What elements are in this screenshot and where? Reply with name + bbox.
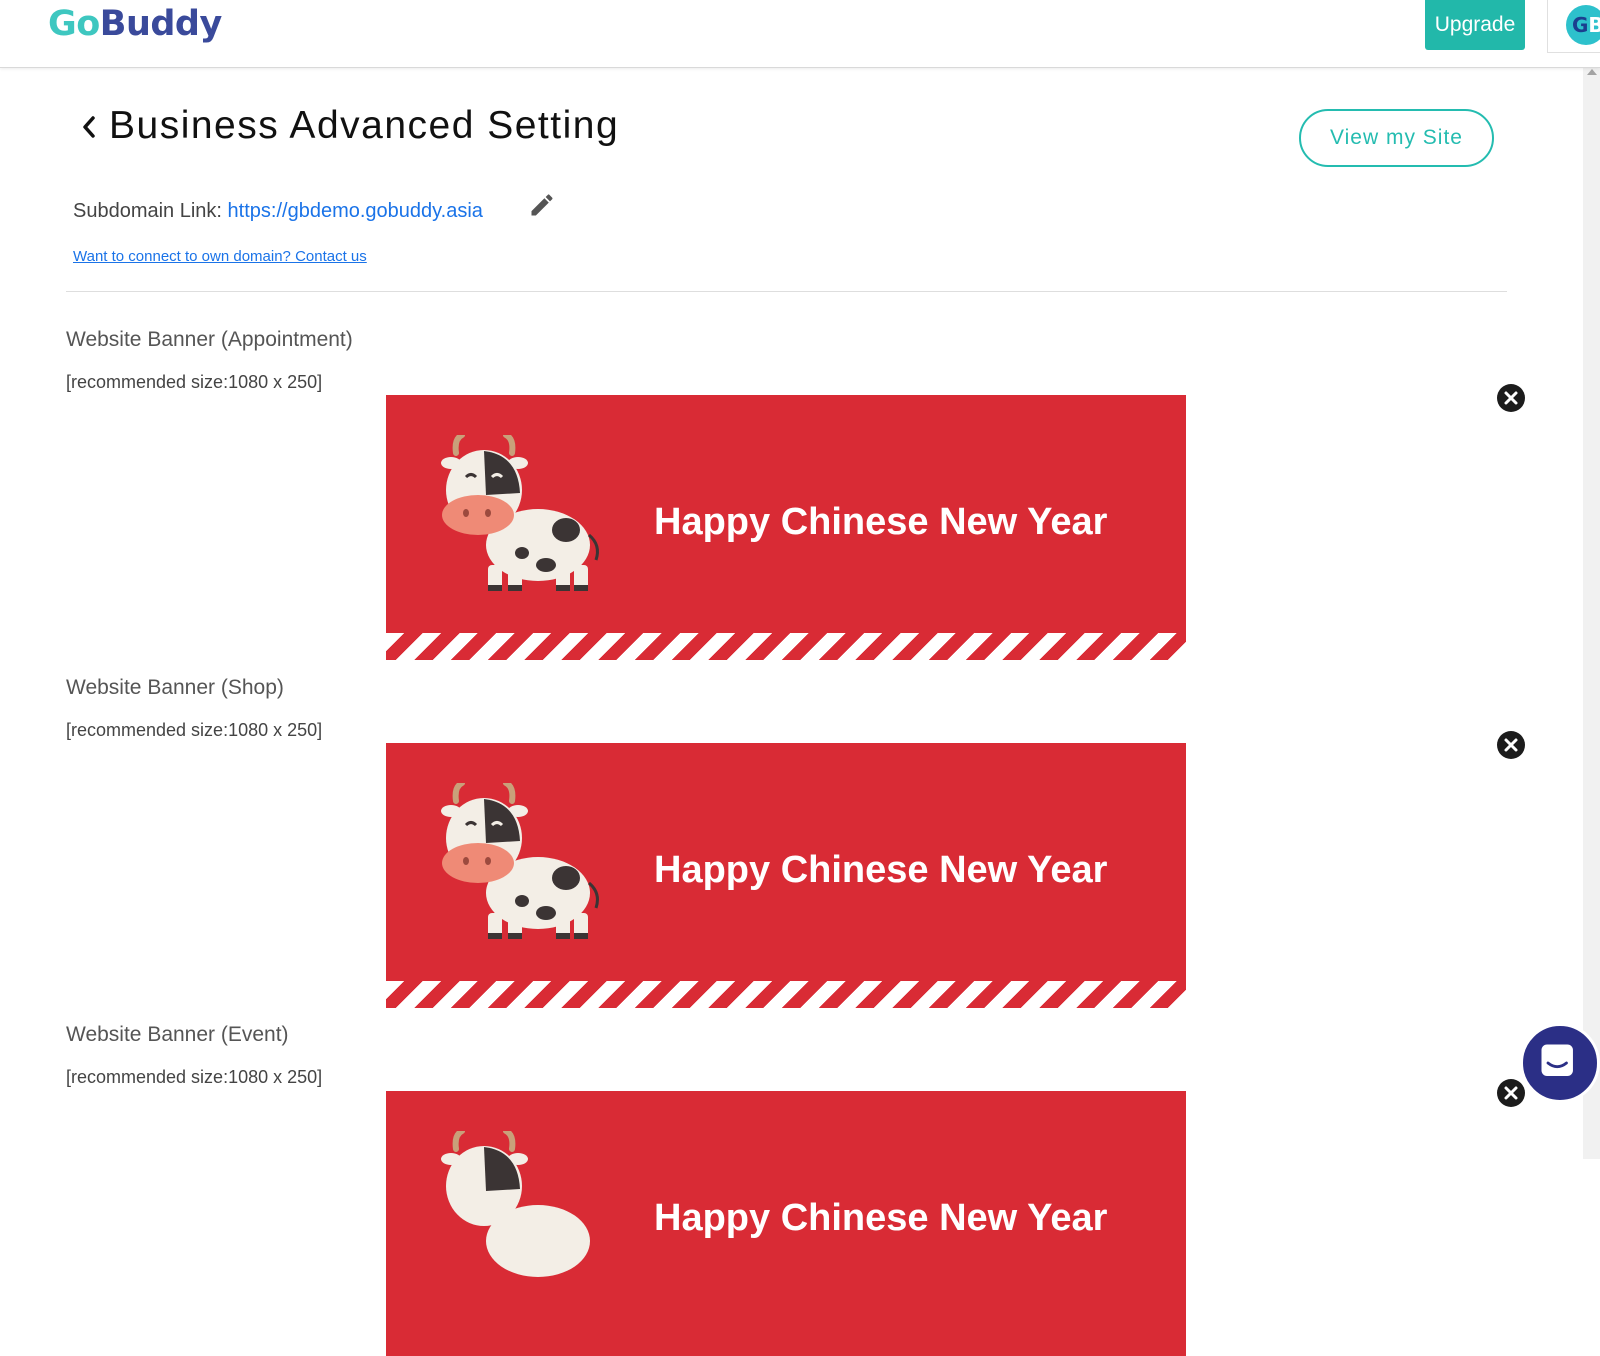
page-title: Business Advanced Setting xyxy=(109,104,620,147)
banner-stripes xyxy=(386,633,1186,660)
banner-shop-size-hint: [recommended size:1080 x 250] xyxy=(66,720,323,740)
logo-go-text: Go xyxy=(48,4,100,44)
remove-banner-shop-button[interactable] xyxy=(1497,731,1525,759)
cow-illustration xyxy=(441,435,599,591)
gobuddy-logo[interactable]: GoBuddy xyxy=(48,2,222,46)
cow-illustration xyxy=(441,783,599,939)
upgrade-button[interactable]: Upgrade xyxy=(1425,0,1525,50)
subdomain-link[interactable]: https://gbdemo.gobuddy.asia xyxy=(228,200,483,222)
banner-event-size-hint: [recommended size:1080 x 250] xyxy=(66,1067,323,1087)
banner-stripes xyxy=(386,981,1186,1008)
top-nav-bar: GoBuddy Upgrade GB xyxy=(0,0,1600,68)
remove-banner-event-button[interactable] xyxy=(1497,1079,1525,1107)
banner-appointment-label: Website Banner (Appointment) xyxy=(66,328,353,351)
close-circle-icon xyxy=(1504,391,1518,405)
connect-domain-link[interactable]: Want to connect to own domain? Contact u… xyxy=(73,248,367,265)
avatar-initials: GB xyxy=(1572,13,1600,37)
section-divider xyxy=(66,291,1507,292)
banner-shop-image[interactable]: Happy Chinese New Year xyxy=(386,743,1186,1008)
close-circle-icon xyxy=(1504,738,1518,752)
remove-banner-appointment-button[interactable] xyxy=(1497,384,1525,412)
banner-shop-text: Happy Chinese New Year xyxy=(654,849,1108,891)
banner-event-image[interactable]: Happy Chinese New Year xyxy=(386,1091,1186,1356)
vertical-scrollbar[interactable] xyxy=(1583,67,1600,1159)
cow-illustration xyxy=(441,1131,590,1277)
user-menu[interactable]: GB xyxy=(1547,0,1600,53)
scroll-up-arrow-icon[interactable] xyxy=(1587,69,1597,75)
banner-shop-label: Website Banner (Shop) xyxy=(66,676,284,699)
chat-icon xyxy=(1541,1044,1573,1076)
view-my-site-button[interactable]: View my Site xyxy=(1299,109,1494,167)
banner-appointment-image[interactable]: Happy Chinese New Year xyxy=(386,395,1186,660)
banner-event-text: Happy Chinese New Year xyxy=(654,1197,1108,1239)
banner-appointment-text: Happy Chinese New Year xyxy=(654,501,1108,543)
chat-launcher-button[interactable] xyxy=(1520,1023,1600,1103)
logo-buddy-text: Buddy xyxy=(99,4,223,44)
pencil-icon[interactable] xyxy=(528,191,556,219)
avatar[interactable]: GB xyxy=(1566,5,1600,45)
chevron-left-icon[interactable] xyxy=(78,112,102,142)
close-circle-icon xyxy=(1504,1086,1518,1100)
subdomain-row: Subdomain Link: https://gbdemo.gobuddy.a… xyxy=(73,200,483,223)
banner-event-label: Website Banner (Event) xyxy=(66,1023,289,1046)
subdomain-label: Subdomain Link: xyxy=(73,200,228,222)
banner-appointment-size-hint: [recommended size:1080 x 250] xyxy=(66,372,323,392)
